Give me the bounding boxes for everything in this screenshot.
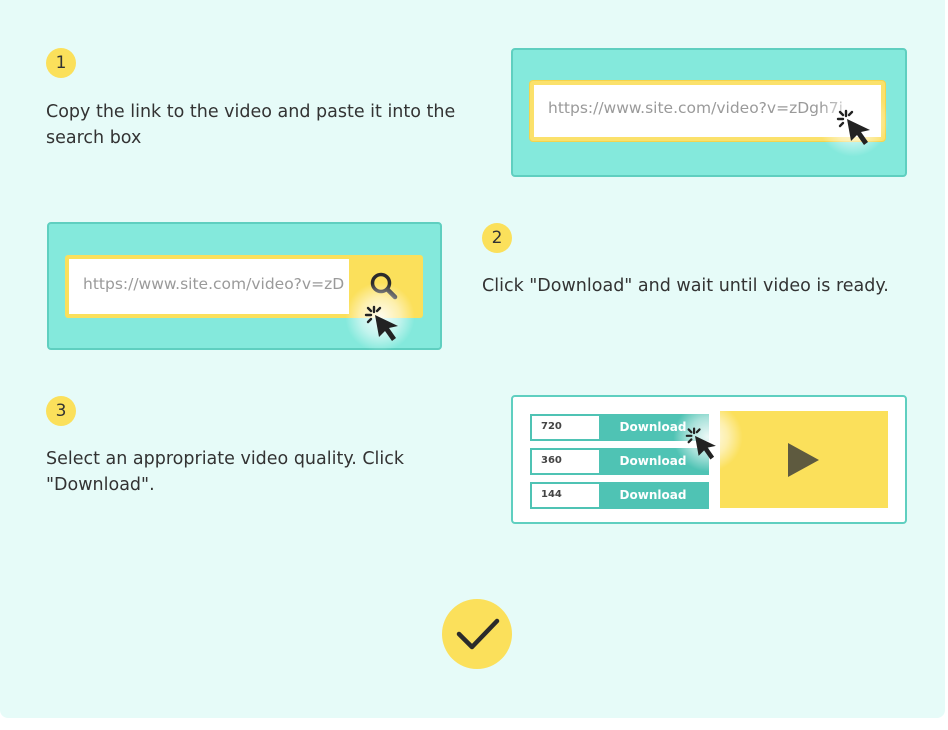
cursor-click-icon: [836, 109, 870, 145]
illustration-url-text: https://www.site.com/video?v=zD: [83, 275, 345, 293]
illustration-url-text: https://www.site.com/video?v=zDgh7i: [548, 99, 843, 117]
quality-label: 144: [541, 489, 562, 500]
cursor-click-icon: [364, 305, 398, 341]
download-button: Download: [599, 484, 707, 507]
step-1-illustration: https://www.site.com/video?v=zDgh7i: [511, 48, 907, 177]
video-preview: [720, 411, 888, 508]
instructions-panel: 1 Copy the link to the video and paste i…: [0, 0, 945, 718]
step-3-number-badge: 3: [46, 396, 76, 426]
illustration-url-field: https://www.site.com/video?v=zD: [69, 259, 349, 314]
play-icon: [788, 443, 819, 477]
step-1-text: Copy the link to the video and paste it …: [46, 102, 456, 148]
completion-check-badge: [442, 599, 512, 669]
step-3-text: Select an appropriate video quality. Cli…: [46, 449, 405, 495]
step-3-illustration: 720 Download 360 Download 144 Download: [511, 395, 907, 524]
step-2-illustration: https://www.site.com/video?v=zD: [47, 222, 442, 352]
check-icon: [456, 618, 500, 650]
quality-label: 360: [541, 455, 562, 466]
quality-row-144: 144 Download: [530, 482, 709, 509]
step-2-text: Click "Download" and wait until video is…: [482, 276, 889, 296]
step-1-number-badge: 1: [46, 48, 76, 78]
step-2-number-badge: 2: [482, 223, 512, 253]
cursor-click-icon: [685, 427, 716, 460]
quality-label: 720: [541, 421, 562, 432]
